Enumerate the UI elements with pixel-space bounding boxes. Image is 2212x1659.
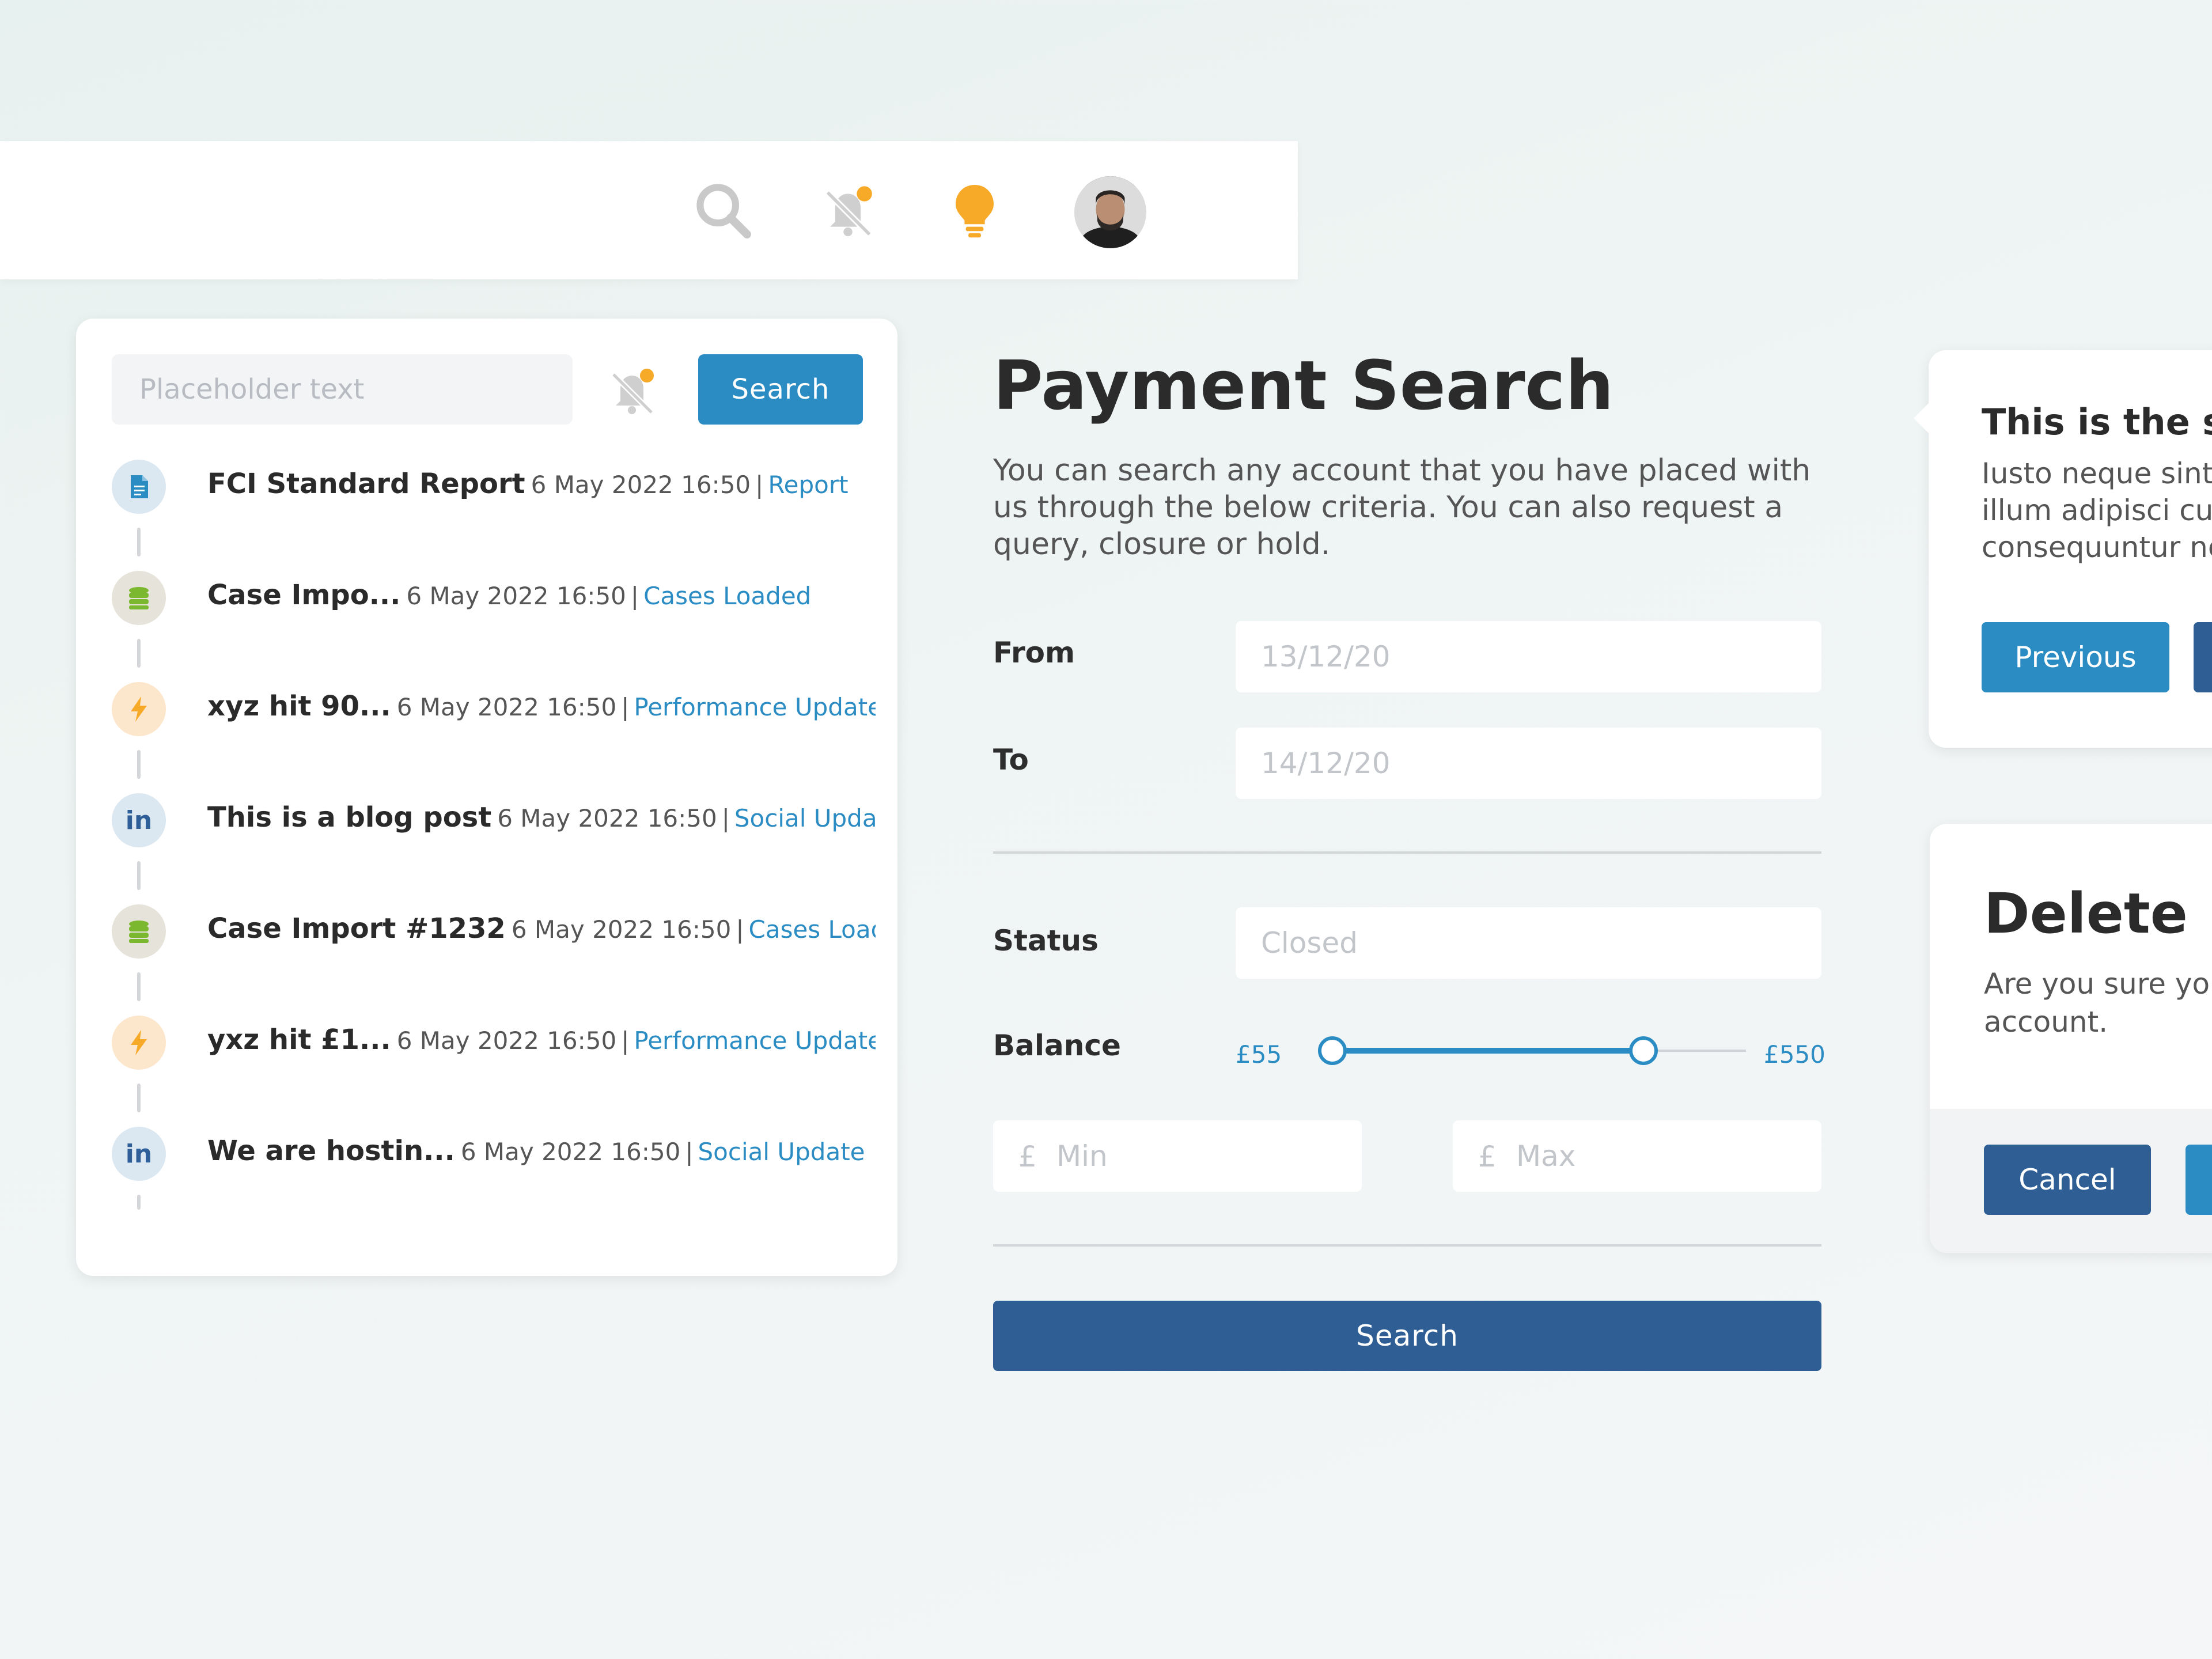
feed-item-text: FCI Standard Report 6 May 2022 16:50 | Repo… — [207, 468, 876, 500]
timeline-connector — [137, 1195, 141, 1210]
feed-item-separator: | — [621, 693, 630, 721]
feed-item: Case Import #1232 6 May 2022 16:50 | Cases … — [112, 904, 876, 1016]
timeline-connector — [137, 861, 141, 890]
balance-label: Balance — [993, 1029, 1121, 1062]
feed-item-separator: | — [721, 804, 730, 832]
feed-item-title: xyz hit 90... — [207, 690, 391, 722]
bell-muted-icon[interactable] — [600, 359, 664, 422]
database-icon — [112, 904, 166, 959]
feed-item-text: yxz hit £1... 6 May 2022 16:50 | Performanc… — [207, 1024, 876, 1056]
lightbulb-icon[interactable] — [940, 176, 1009, 245]
delete-user-modal: Delete Us Are you sure you account. Canc… — [1930, 824, 2212, 1253]
max-amount-input[interactable] — [1516, 1120, 1804, 1192]
lightning-icon — [112, 682, 166, 736]
popover-body: Iusto neque sint. illum adipisci cul con… — [1982, 457, 2212, 564]
feed-item-link[interactable]: Report — [768, 471, 848, 499]
divider — [993, 851, 1821, 854]
feed-item-text: Case Import #1232 6 May 2022 16:50 | Cases … — [207, 912, 876, 945]
linkedin-icon: in — [112, 1127, 166, 1181]
feed-item: yxz hit £1... 6 May 2022 16:50 | Performanc… — [112, 1016, 876, 1127]
feed-item-separator: | — [630, 582, 639, 610]
payment-search-button[interactable]: Search — [993, 1301, 1821, 1371]
feed-item-text: Case Impo... 6 May 2022 16:50 | Cases Loade… — [207, 579, 876, 611]
activity-card: Search FCI Standard Report6 May 2022 16:… — [76, 319, 897, 1276]
feed-item-title: This is a blog post — [207, 801, 492, 834]
feed-item-date: 6 May 2022 16:50 — [396, 1027, 617, 1055]
modal-title: Delete Us — [1984, 881, 2212, 946]
max-amount-field[interactable]: £ — [1453, 1120, 1821, 1192]
feed-item-title: Case Import #1232 — [207, 912, 506, 945]
timeline-connector — [137, 972, 141, 1001]
balance-slider-max-handle[interactable] — [1629, 1036, 1658, 1065]
feed-item-title: FCI Standard Report — [207, 468, 525, 500]
timeline-connector — [137, 750, 141, 779]
feed-item-title: yxz hit £1... — [207, 1024, 391, 1056]
activity-search-input[interactable] — [112, 354, 573, 425]
feed-item-link[interactable]: Cases Loaded — [749, 915, 876, 944]
feed-item: xyz hit 90... 6 May 2022 16:50 | Performanc… — [112, 682, 876, 793]
to-label: To — [993, 743, 1029, 777]
feed-item-link[interactable]: Social Update — [734, 804, 876, 832]
feed-item-link[interactable]: Social Update — [698, 1138, 865, 1166]
feed-item-date: 6 May 2022 16:50 — [396, 693, 617, 721]
divider — [993, 1244, 1821, 1247]
feed-item: in We are hostin... 6 May 2022 16:50 | Soci… — [112, 1127, 872, 1238]
from-label: From — [993, 636, 1075, 669]
balance-min-value: £55 — [1236, 1040, 1282, 1069]
status-input[interactable] — [1236, 907, 1821, 979]
currency-symbol: £ — [1478, 1140, 1497, 1173]
balance-slider-min-handle[interactable] — [1318, 1036, 1347, 1065]
to-date-input[interactable] — [1236, 728, 1821, 799]
min-amount-field[interactable]: £ — [993, 1120, 1362, 1192]
feed-item-separator: | — [736, 915, 744, 944]
feed-item-separator: | — [621, 1027, 630, 1055]
feed-item-link[interactable]: Cases Loaded — [643, 582, 811, 610]
page-title: Payment Search — [993, 346, 1614, 425]
timeline-connector — [137, 528, 141, 556]
feed-item: in This is a blog post 6 May 2022 16:50 | S… — [112, 793, 876, 904]
database-icon — [112, 571, 166, 625]
popover-title: This is the sul — [1982, 401, 2212, 443]
activity-search-button[interactable]: Search — [698, 354, 863, 425]
feed-item-text: xyz hit 90... 6 May 2022 16:50 | Performanc… — [207, 690, 876, 722]
feed-item-title: We are hostin... — [207, 1135, 455, 1167]
linkedin-icon: in — [112, 793, 166, 847]
modal-body: Are you sure you account. — [1984, 967, 2212, 1039]
previous-button[interactable]: Previous — [1982, 622, 2169, 692]
status-label: Status — [993, 924, 1099, 957]
timeline-connector — [137, 639, 141, 668]
cancel-button[interactable]: Cancel — [1984, 1145, 2151, 1215]
balance-slider-range — [1332, 1048, 1643, 1054]
feed-item-date: 6 May 2022 16:50 — [497, 804, 717, 832]
feed-item-text: This is a blog post 6 May 2022 16:50 | Soci… — [207, 801, 876, 834]
feed-item-date: 6 May 2022 16:50 — [511, 915, 732, 944]
feed-item-date: 6 May 2022 16:50 — [460, 1138, 681, 1166]
balance-max-value: £550 — [1764, 1040, 1825, 1069]
feed-item-title: Case Impo... — [207, 579, 401, 611]
feed-item-date: 6 May 2022 16:50 — [531, 471, 751, 499]
lightning-icon — [112, 1016, 166, 1070]
feed-item-text: We are hostin... 6 May 2022 16:50 | Social … — [207, 1135, 876, 1167]
bell-muted-icon[interactable] — [813, 176, 882, 245]
confirm-delete-button[interactable] — [2186, 1145, 2212, 1215]
feed-item: Case Impo... 6 May 2022 16:50 | Cases Loade… — [112, 571, 872, 682]
onboarding-popover: This is the sul Iusto neque sint. illum … — [1914, 350, 2212, 748]
activity-feed: FCI Standard Report 6 May 2022 16:50 | Repo… — [112, 460, 876, 1238]
search-icon[interactable] — [688, 176, 757, 245]
document-icon — [112, 460, 166, 514]
feed-item-separator: | — [755, 471, 764, 499]
feed-item-date: 6 May 2022 16:50 — [406, 582, 626, 610]
min-amount-input[interactable] — [1056, 1120, 1344, 1192]
popover-arrow — [1914, 402, 1930, 434]
page-description: You can search any account that you have… — [993, 453, 1811, 562]
next-button[interactable] — [2194, 622, 2212, 692]
feed-item-separator: | — [685, 1138, 694, 1166]
feed-item-link[interactable]: Performance Update — [634, 693, 876, 721]
timeline-connector — [137, 1084, 141, 1112]
user-avatar[interactable] — [1074, 176, 1146, 248]
from-date-input[interactable] — [1236, 621, 1821, 692]
feed-item: FCI Standard Report 6 May 2022 16:50 | Repo… — [112, 460, 872, 571]
feed-item-link[interactable]: Performance Update — [634, 1027, 876, 1055]
currency-symbol: £ — [1018, 1140, 1037, 1173]
